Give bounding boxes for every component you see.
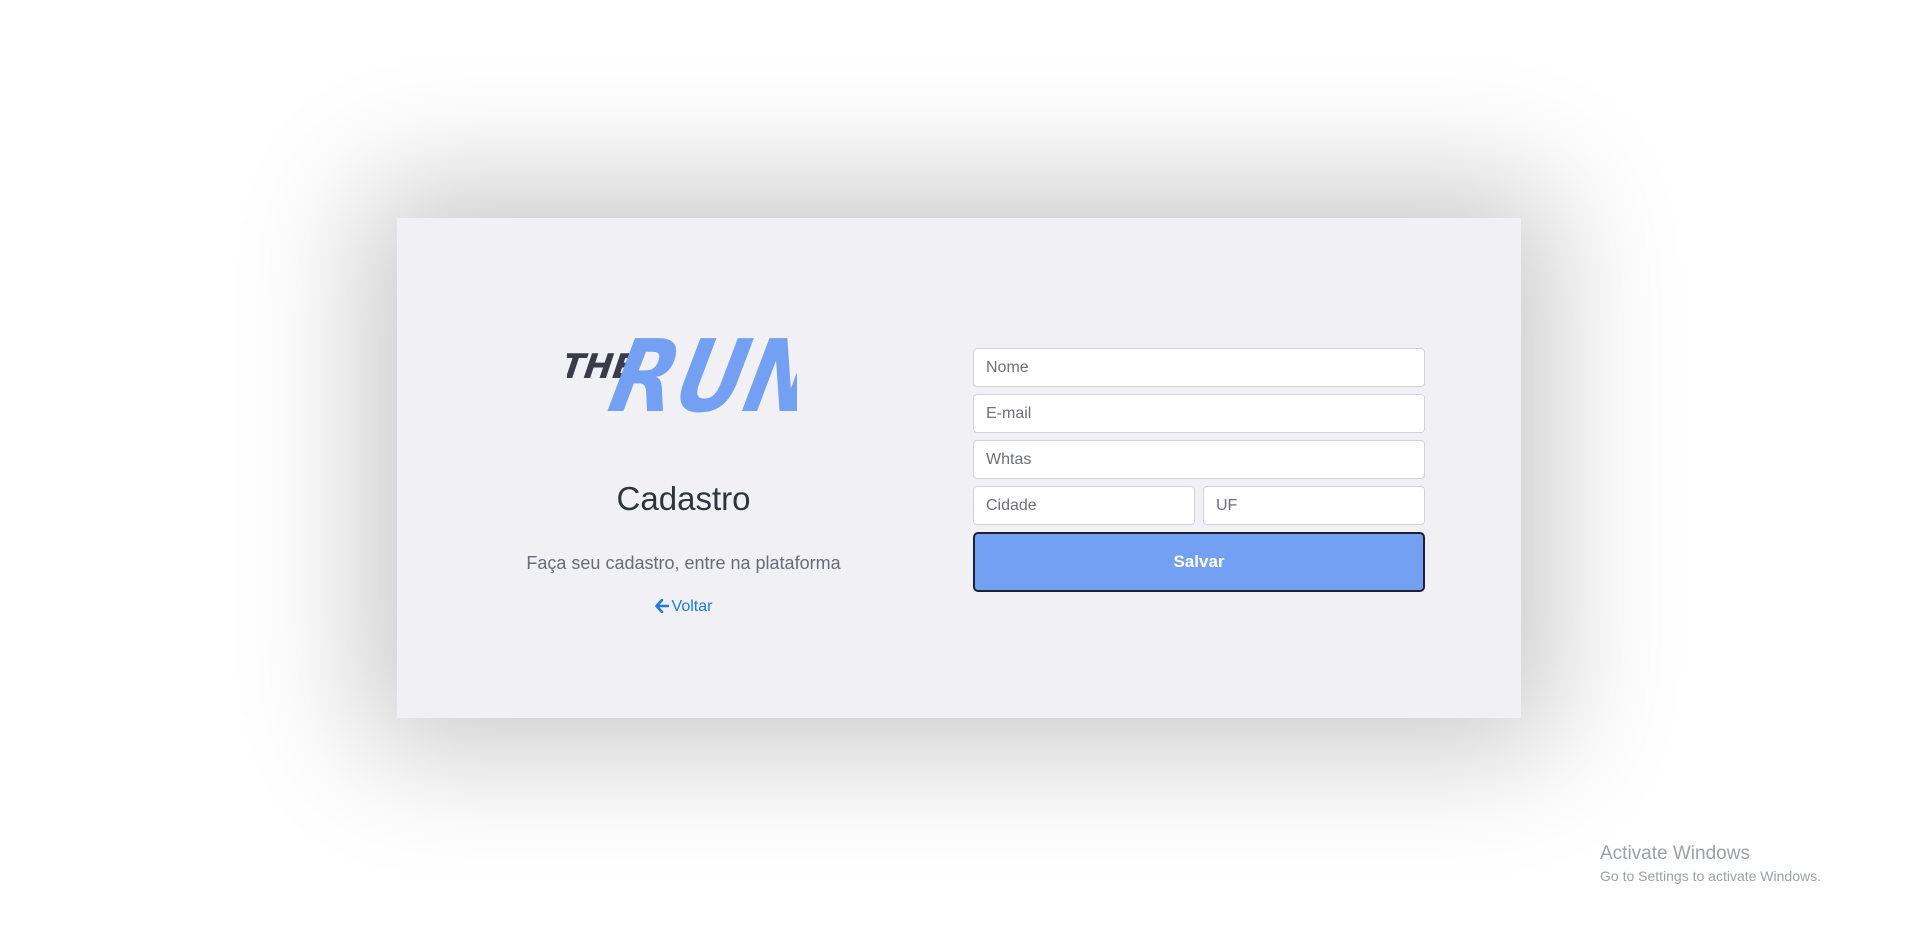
back-link-label: Voltar xyxy=(671,598,713,615)
city-field[interactable] xyxy=(973,486,1195,525)
left-panel: THE RUN Cadastro Faça seu cadastro, entr… xyxy=(397,218,970,718)
email-field[interactable] xyxy=(973,394,1425,433)
whatsapp-field[interactable] xyxy=(973,440,1425,479)
watermark-title: Activate Windows xyxy=(1600,843,1750,864)
page-title: Cadastro xyxy=(616,480,751,517)
name-field[interactable] xyxy=(973,348,1425,387)
state-field[interactable] xyxy=(1203,486,1425,525)
register-form: Salvar xyxy=(973,348,1425,592)
back-link[interactable]: Voltar xyxy=(397,598,970,618)
watermark-subtitle: Go to Settings to activate Windows. xyxy=(1600,868,1821,884)
save-button[interactable]: Salvar xyxy=(973,532,1425,592)
logo-run-text: RUN xyxy=(600,320,797,423)
the-run-logo: THE RUN xyxy=(567,320,797,423)
city-state-row xyxy=(973,486,1425,525)
windows-activation-watermark: Activate Windows Go to Settings to activ… xyxy=(1600,843,1821,884)
register-card: THE RUN Cadastro Faça seu cadastro, entr… xyxy=(397,218,1521,718)
arrow-left-icon xyxy=(654,598,669,618)
page-subtitle: Faça seu cadastro, entre na plataforma xyxy=(526,553,841,573)
